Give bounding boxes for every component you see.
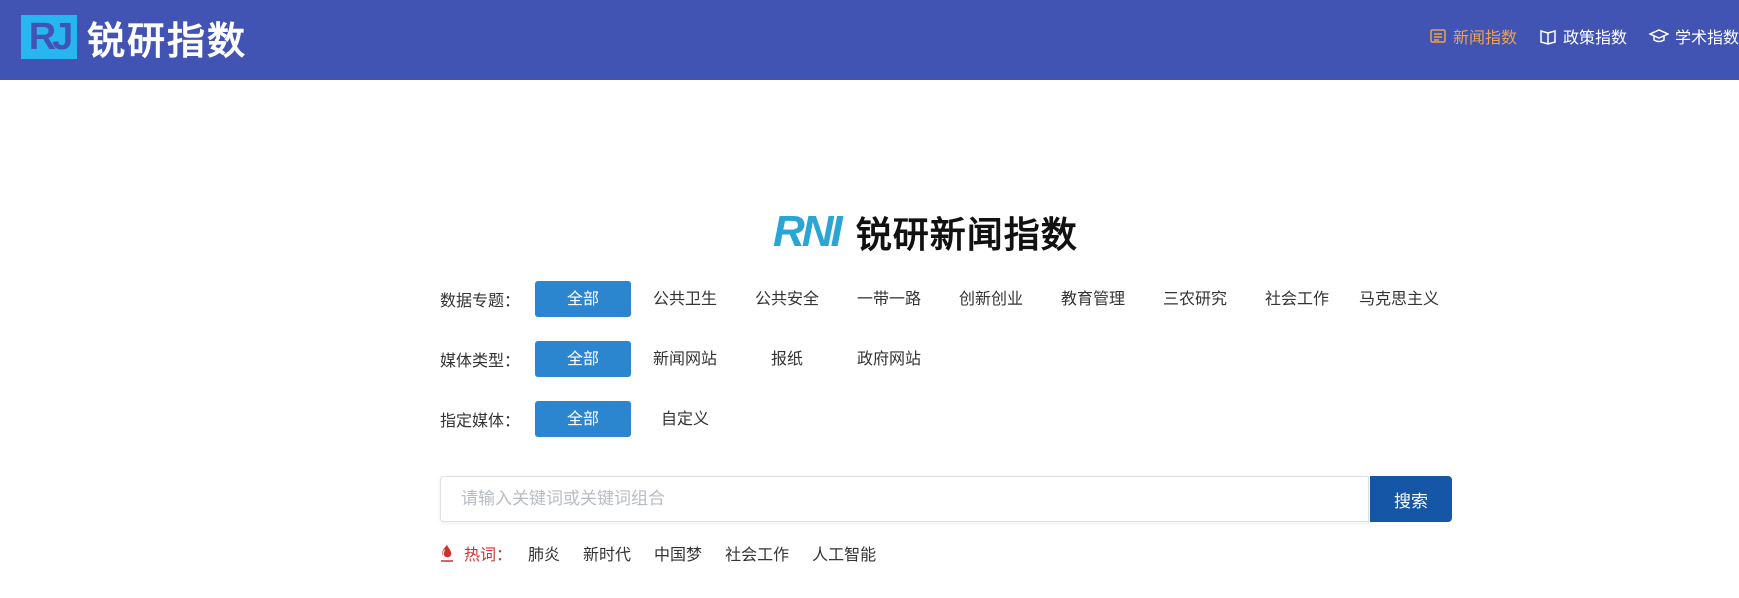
graduation-cap-icon	[1648, 29, 1669, 43]
chip-media-type-newspaper[interactable]: 报纸	[739, 341, 835, 377]
chip-topic-belt-road[interactable]: 一带一路	[841, 281, 937, 317]
logo-text: 锐研指数	[87, 18, 248, 63]
hot-word-item[interactable]: 社会工作	[725, 541, 789, 565]
search-button[interactable]: 搜索	[1370, 476, 1452, 522]
chip-media-all[interactable]: 全部	[535, 401, 631, 437]
chip-topic-public-safety[interactable]: 公共安全	[739, 281, 835, 317]
chip-topic-public-health[interactable]: 公共卫生	[637, 281, 733, 317]
chip-topic-all[interactable]: 全部	[535, 281, 631, 317]
chip-topic-social-work[interactable]: 社会工作	[1249, 281, 1345, 317]
flame-icon	[441, 545, 453, 562]
nav-policy-index[interactable]: 政策指数	[1539, 24, 1627, 48]
filter-row-media: 指定媒体： 全部 自定义	[440, 401, 739, 437]
hot-words: 热词： 肺炎 新时代 中国梦 社会工作 人工智能	[440, 541, 899, 565]
chip-topic-education[interactable]: 教育管理	[1045, 281, 1141, 317]
logo-mark: RJ	[21, 15, 77, 59]
search-box	[440, 476, 1369, 522]
news-icon	[1430, 29, 1446, 43]
chip-media-type-news-sites[interactable]: 新闻网站	[637, 341, 733, 377]
top-nav: 新闻指数 政策指数 学术指数	[1407, 24, 1739, 48]
nav-news-index[interactable]: 新闻指数	[1429, 24, 1517, 48]
rni-title: 锐研新闻指数	[855, 215, 1078, 256]
chip-media-type-gov-sites[interactable]: 政府网站	[841, 341, 937, 377]
filter-label: 媒体类型：	[440, 351, 521, 370]
nav-label: 政策指数	[1562, 28, 1627, 47]
chip-topic-rural[interactable]: 三农研究	[1147, 281, 1243, 317]
hot-word-item[interactable]: 新时代	[583, 541, 631, 565]
rni-brand: RNI 锐研新闻指数	[773, 207, 1078, 256]
rni-logo-mark: RNI	[773, 207, 843, 256]
hot-word-item[interactable]: 人工智能	[812, 541, 876, 565]
chip-media-custom[interactable]: 自定义	[637, 401, 733, 437]
top-header: RJ 锐研指数 新闻指数 政策指数 学术指数	[0, 0, 1739, 80]
hot-word-item[interactable]: 中国梦	[654, 541, 702, 565]
filter-row-topics: 数据专题： 全部 公共卫生 公共安全 一带一路 创新创业 教育管理 三农研究 社…	[440, 281, 1453, 317]
nav-academic-index[interactable]: 学术指数	[1648, 24, 1739, 48]
filter-label: 指定媒体：	[440, 411, 521, 430]
chip-topic-marxism[interactable]: 马克思主义	[1351, 281, 1447, 317]
chip-topic-innovation[interactable]: 创新创业	[943, 281, 1039, 317]
nav-label: 新闻指数	[1452, 28, 1517, 47]
search-input[interactable]	[441, 477, 1368, 521]
filter-label: 数据专题：	[440, 291, 521, 310]
policy-book-icon	[1540, 30, 1556, 45]
hot-words-label: 热词：	[464, 545, 513, 564]
chip-media-type-all[interactable]: 全部	[535, 341, 631, 377]
filter-row-media-type: 媒体类型： 全部 新闻网站 报纸 政府网站	[440, 341, 943, 377]
site-logo[interactable]: RJ 锐研指数	[21, 14, 247, 63]
hot-word-item[interactable]: 肺炎	[528, 541, 560, 565]
nav-label: 学术指数	[1674, 28, 1739, 47]
